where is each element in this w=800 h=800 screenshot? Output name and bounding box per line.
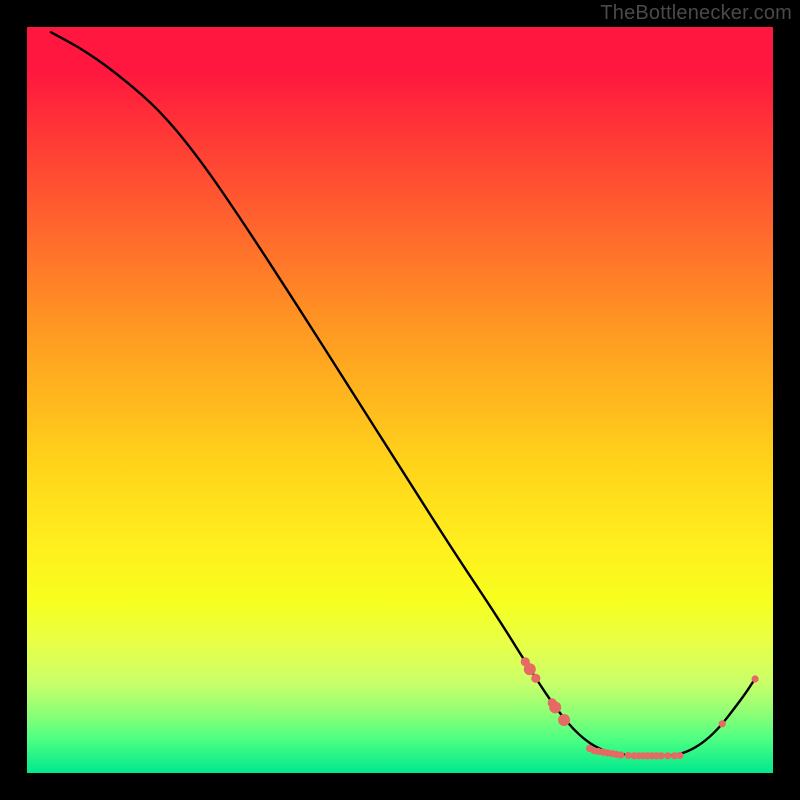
data-point [549,701,561,713]
watermark-text: TheBottlenecker.com [600,2,792,25]
data-point [617,752,624,759]
data-point [531,674,540,683]
bottleneck-curve [51,32,755,755]
data-point [664,752,671,759]
data-point [676,752,683,759]
data-point [558,714,570,726]
data-point [658,752,665,759]
chart-svg [27,27,773,773]
data-point [719,720,726,727]
chart-area [27,27,773,773]
data-point [524,663,536,675]
data-point [752,675,759,682]
data-markers [521,657,759,759]
